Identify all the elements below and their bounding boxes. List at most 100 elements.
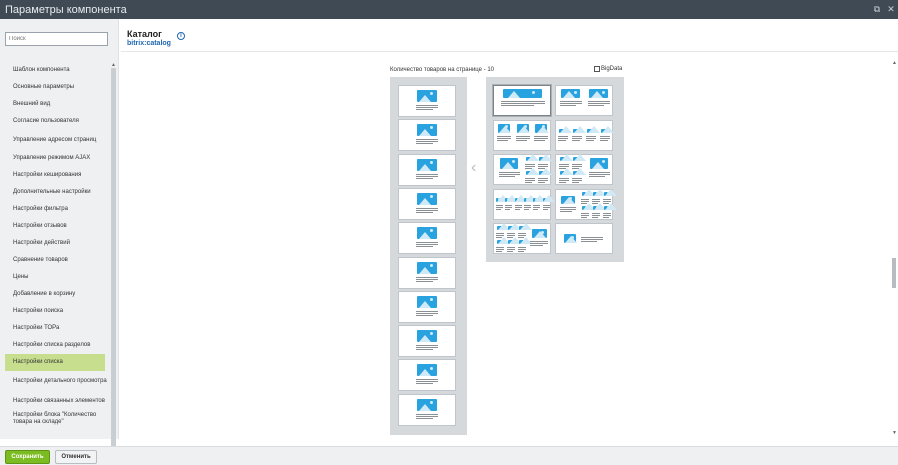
product-row[interactable] <box>398 256 456 289</box>
image-placeholder-icon <box>561 89 580 98</box>
template-variant[interactable] <box>555 119 615 151</box>
template-variant[interactable] <box>493 188 556 220</box>
text-line <box>514 204 522 206</box>
product-row[interactable] <box>398 290 456 323</box>
sidebar-scrollbar-thumb[interactable] <box>111 68 116 448</box>
template-variant[interactable] <box>555 223 613 254</box>
scroll-up-icon[interactable]: ▲ <box>892 60 897 66</box>
product-row[interactable] <box>398 222 456 255</box>
text-line <box>559 182 566 183</box>
image-placeholder-icon <box>573 168 586 175</box>
image-placeholder-icon <box>561 195 575 204</box>
text-line <box>416 276 438 278</box>
sidebar-item[interactable]: Добавление в корзину <box>0 286 110 303</box>
scroll-down-icon[interactable]: ▼ <box>892 430 897 436</box>
sidebar-item[interactable]: Настройки ТОРа <box>0 320 110 337</box>
cancel-button[interactable]: Отменить <box>55 450 97 464</box>
image-placeholder-icon <box>503 89 542 98</box>
sidebar-item[interactable]: Внешний вид <box>0 96 110 113</box>
text-line <box>588 105 604 106</box>
sidebar: Шаблон компонентаОсновные параметрыВнешн… <box>0 19 119 454</box>
text-line <box>558 139 566 141</box>
sidebar-item[interactable]: Настройки детального просмотра <box>0 371 110 391</box>
product-row[interactable] <box>398 153 456 186</box>
sidebar-item[interactable]: Настройки фильтра <box>0 201 110 218</box>
text-line <box>518 251 524 252</box>
image-placeholder-icon <box>498 123 512 133</box>
checkbox-icon[interactable] <box>594 66 600 72</box>
image-placeholder-icon <box>497 237 510 244</box>
product-row[interactable] <box>398 85 456 117</box>
text-line <box>525 182 532 183</box>
image-placeholder-icon <box>560 168 573 175</box>
sidebar-item[interactable]: Настройки кеширования <box>0 167 110 184</box>
text-line <box>501 101 545 102</box>
main-scrollbar-thumb[interactable] <box>892 258 896 288</box>
items-per-page-label: Количество товаров на странице - 10 <box>390 67 495 73</box>
text-line <box>581 241 597 242</box>
text-line <box>558 135 568 137</box>
image-placeholder-icon <box>532 229 547 238</box>
sidebar-item[interactable]: Настройки действий <box>0 235 110 252</box>
text-line <box>572 166 582 167</box>
text-line <box>534 135 549 137</box>
sidebar-item[interactable]: Согласие пользователя <box>0 113 110 130</box>
sidebar-item[interactable]: Настройки списка <box>5 354 105 371</box>
sidebar-item[interactable]: Управление режимом AJAX <box>0 150 110 167</box>
product-row[interactable] <box>398 187 456 220</box>
text-line <box>592 214 600 216</box>
sidebar-item[interactable]: Настройки поиска <box>0 303 110 320</box>
text-line <box>416 211 433 213</box>
text-line <box>572 135 582 137</box>
image-placeholder-icon <box>417 158 437 171</box>
search-input[interactable] <box>5 32 108 46</box>
text-line <box>534 137 549 139</box>
info-icon[interactable]: i <box>177 32 185 40</box>
main-scrollbar[interactable]: ▲ ▼ <box>889 60 898 436</box>
bigdata-checkbox[interactable]: BigData <box>594 66 622 72</box>
close-icon[interactable]: ✕ <box>884 4 898 15</box>
sidebar-item[interactable]: Настройки отзывов <box>0 218 110 235</box>
text-line <box>586 139 594 141</box>
expand-icon[interactable]: ⧉ <box>870 4 884 15</box>
text-line <box>416 173 438 175</box>
sidebar-item[interactable]: Управление адресом страниц <box>0 130 110 150</box>
text-line <box>581 239 603 240</box>
text-line <box>515 135 530 137</box>
product-row[interactable] <box>398 359 456 392</box>
text-line <box>559 164 569 165</box>
sidebar-item[interactable]: Шаблон компонента <box>0 62 110 79</box>
sidebar-item[interactable]: Настройки списка разделов <box>0 337 110 354</box>
sidebar-item[interactable]: Настройки связанных элементов <box>0 391 110 411</box>
window-title: Параметры компонента <box>5 3 127 16</box>
product-row[interactable] <box>398 393 456 426</box>
text-line <box>416 107 438 108</box>
text-line <box>496 235 504 236</box>
product-row[interactable] <box>398 119 456 152</box>
text-line <box>588 101 610 102</box>
sidebar-item[interactable]: Настройки блока "Количество товара на ск… <box>0 411 110 427</box>
product-row[interactable] <box>398 325 456 358</box>
template-variant[interactable] <box>493 85 551 116</box>
sidebar-item[interactable]: Основные параметры <box>0 79 110 96</box>
template-variant[interactable] <box>493 223 551 254</box>
chevron-left-icon[interactable]: ‹ <box>471 159 476 177</box>
template-variant[interactable] <box>493 154 552 185</box>
sidebar-item[interactable]: Цены <box>0 269 110 286</box>
text-line <box>560 103 582 104</box>
template-variant[interactable] <box>493 119 551 151</box>
image-placeholder-icon <box>559 125 573 133</box>
image-placeholder-icon <box>505 194 519 202</box>
image-placeholder-icon <box>417 330 437 343</box>
text-line <box>416 143 433 145</box>
template-variant[interactable] <box>555 154 613 185</box>
template-variant[interactable] <box>555 188 617 220</box>
save-button[interactable]: Сохранить <box>5 450 50 464</box>
sidebar-item[interactable]: Дополнительные настройки <box>0 184 110 201</box>
template-variant[interactable] <box>555 85 613 116</box>
sidebar-item[interactable]: Сравнение товаров <box>0 252 110 269</box>
text-line <box>416 141 438 143</box>
sidebar-scrollbar[interactable]: ▲ ▼ <box>110 62 117 454</box>
image-placeholder-icon <box>417 90 437 102</box>
text-line <box>581 237 603 238</box>
